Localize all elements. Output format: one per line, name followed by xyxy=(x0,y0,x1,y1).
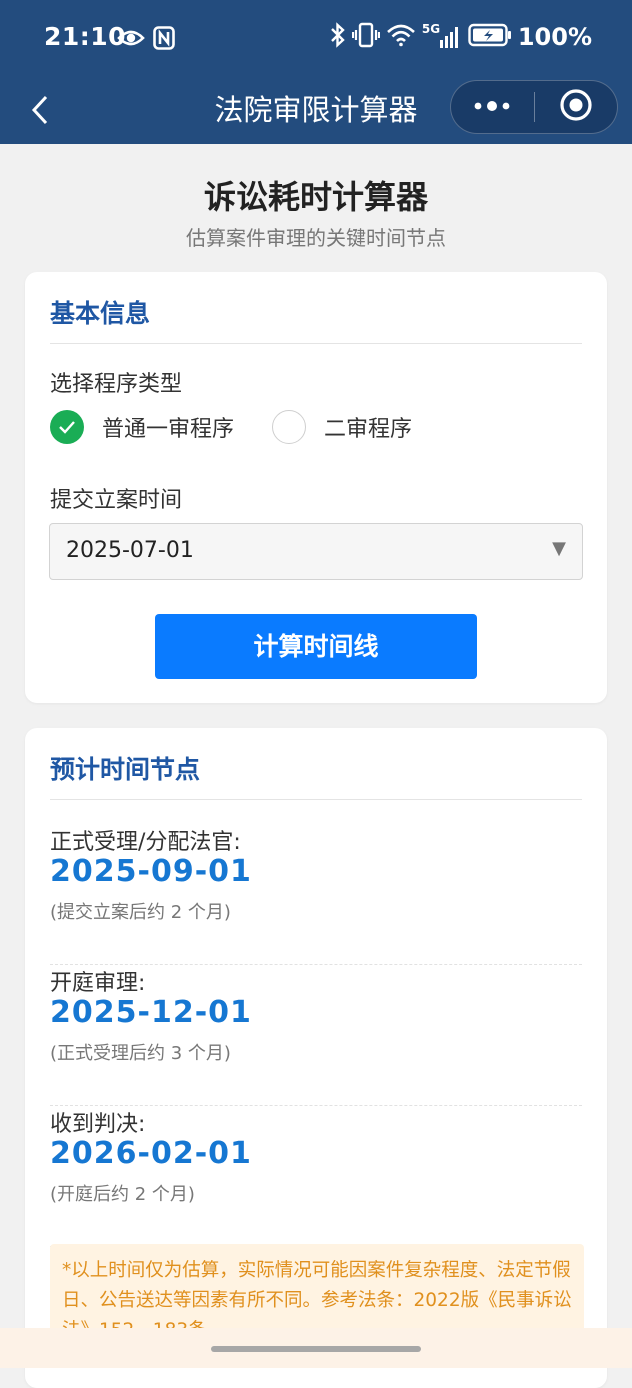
nfc-icon xyxy=(153,26,175,54)
timeline-label: 开庭审理: xyxy=(50,971,146,996)
page-title: 诉讼耗时计算器 xyxy=(203,178,428,216)
vibrate-icon xyxy=(351,22,380,52)
status-right-icons: 5G 100% xyxy=(330,22,592,52)
dropdown-arrow-icon: ▼ xyxy=(552,538,566,559)
battery-percent: 100% xyxy=(517,23,592,51)
radio-option-second-instance[interactable]: 二审程序 xyxy=(272,410,412,444)
timeline-item-hearing: 开庭审理: 2025-12-01 (正式受理后约 3 个月) xyxy=(50,965,582,1106)
nav-bar: 法院审限计算器 xyxy=(0,80,632,144)
radio-label-first-instance: 普通一审程序 xyxy=(102,417,235,442)
more-dots-icon xyxy=(472,98,512,117)
radio-unchecked-icon xyxy=(272,410,307,444)
bottom-gesture-area xyxy=(0,1328,632,1368)
radio-label-second-instance: 二审程序 xyxy=(324,417,413,442)
close-miniapp-button[interactable] xyxy=(535,81,618,133)
timeline-item-acceptance: 正式受理/分配法官: 2025-09-01 (提交立案后约 2 个月) xyxy=(50,824,582,965)
timeline-header: 预计时间节点 xyxy=(50,752,582,800)
timeline-date: 2025-12-01 xyxy=(50,995,252,1030)
timeline-label: 收到判决: xyxy=(50,1112,146,1137)
target-circle-icon xyxy=(559,88,593,126)
bluetooth-icon xyxy=(330,22,346,52)
status-left-icons xyxy=(117,26,175,54)
eye-icon xyxy=(117,28,145,52)
basic-info-header: 基本信息 xyxy=(50,296,582,344)
timeline-date: 2025-09-01 xyxy=(50,854,252,889)
timeline-note: (正式受理后约 3 个月) xyxy=(50,1043,231,1064)
timeline-note: (开庭后约 2 个月) xyxy=(50,1184,195,1205)
page-subtitle: 估算案件审理的关键时间节点 xyxy=(186,226,446,250)
wifi-icon xyxy=(386,23,416,51)
filing-date-picker[interactable]: 2025-07-01 ▼ xyxy=(49,523,583,580)
timeline-card: 预计时间节点 正式受理/分配法官: 2025-09-01 (提交立案后约 2 个… xyxy=(25,728,607,1388)
procedure-radio-group: 普通一审程序 二审程序 xyxy=(50,410,412,444)
more-button[interactable] xyxy=(451,81,534,133)
radio-checked-icon xyxy=(50,410,84,444)
status-time: 21:10 xyxy=(44,22,127,51)
filing-date-value: 2025-07-01 xyxy=(66,538,194,563)
battery-icon xyxy=(468,23,512,51)
timeline-date: 2026-02-01 xyxy=(50,1136,252,1171)
filing-date-label: 提交立案时间 xyxy=(50,488,183,513)
timeline-label: 正式受理/分配法官: xyxy=(50,830,241,855)
signal-icon: 5G xyxy=(422,22,462,50)
miniapp-capsule xyxy=(450,80,618,134)
basic-info-card: 基本信息 选择程序类型 普通一审程序 二审程序 提交立案时间 2025-07-0… xyxy=(25,272,607,703)
procedure-type-label: 选择程序类型 xyxy=(50,372,183,397)
radio-option-first-instance[interactable]: 普通一审程序 xyxy=(50,410,234,444)
timeline-item-judgment: 收到判决: 2026-02-01 (开庭后约 2 个月) xyxy=(50,1106,582,1247)
timeline-note: (提交立案后约 2 个月) xyxy=(50,902,231,923)
status-bar: 21:10 5G 100% xyxy=(0,0,632,80)
home-indicator[interactable] xyxy=(211,1346,421,1352)
calculate-timeline-button[interactable]: 计算时间线 xyxy=(155,614,477,679)
